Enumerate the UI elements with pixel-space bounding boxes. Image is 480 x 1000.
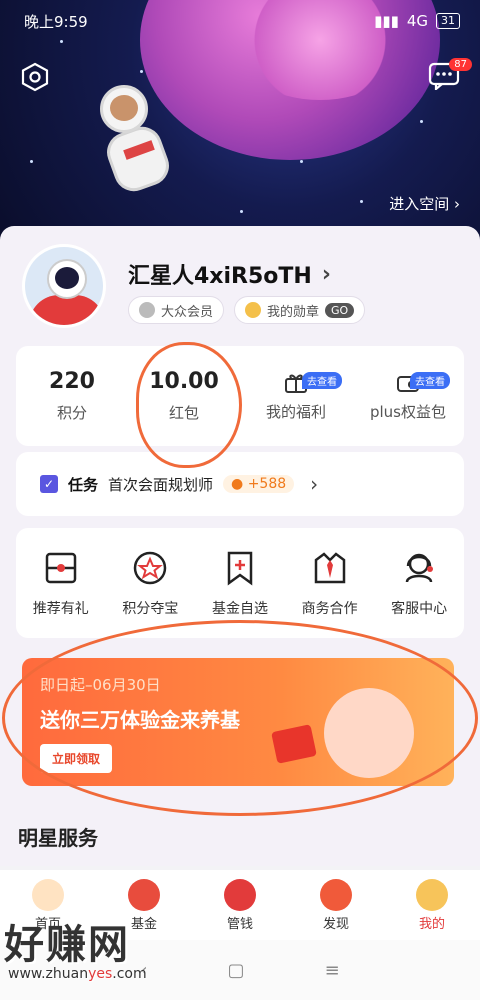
- chevron-right-icon: ›: [310, 472, 319, 496]
- lion-icon: [416, 878, 448, 911]
- rooster-mascot-illustration: [324, 688, 414, 778]
- discover-icon: [320, 878, 352, 911]
- enter-space-link[interactable]: 进入空间 ›: [389, 193, 460, 214]
- battery-icon: 31: [436, 13, 460, 29]
- member-badge-icon: [139, 302, 155, 318]
- service-label: 商务合作: [301, 601, 358, 617]
- home-square-icon[interactable]: ▢: [228, 960, 245, 981]
- username: 汇星人4xiR5oTH: [128, 264, 312, 289]
- network-label: 4G: [406, 12, 428, 30]
- task-row[interactable]: ✓ 任务 首次会面规划师 ● +588 ›: [16, 452, 464, 516]
- service-points-treasure[interactable]: 积分夺宝: [106, 528, 196, 638]
- home-icon: [32, 878, 64, 911]
- promo-headline: 送你三万体验金来养基: [40, 708, 240, 732]
- stat-points[interactable]: 220 积分: [16, 346, 128, 446]
- promo-claim-button[interactable]: 立即领取: [40, 744, 113, 773]
- username-link[interactable]: 汇星人4xiR5oTH ›: [128, 258, 331, 290]
- message-badge: 87: [449, 58, 472, 71]
- money-bag-icon: [224, 878, 256, 911]
- astronaut-illustration: [80, 85, 190, 205]
- red-packet-label: 红包: [168, 404, 199, 422]
- stat-welfare[interactable]: 去查看 我的福利: [240, 346, 352, 446]
- menu-icon[interactable]: ≡: [325, 960, 340, 981]
- chevron-right-icon: ›: [454, 195, 460, 213]
- welfare-view-tag: 去查看: [302, 372, 342, 389]
- tab-money[interactable]: 管钱: [192, 870, 288, 940]
- stat-red-packet[interactable]: 10.00 红包: [128, 346, 240, 446]
- promo-banner[interactable]: 即日起–06月30日 送你三万体验金来养基 立即领取: [22, 658, 454, 786]
- points-value: 220: [49, 369, 95, 394]
- headset-icon: [405, 553, 434, 583]
- membership-label: 大众会员: [161, 304, 214, 320]
- tab-label: 管钱: [226, 916, 253, 932]
- tab-label: 我的: [418, 916, 445, 932]
- tab-label: 发现: [322, 916, 349, 932]
- medals-label: 我的勋章: [267, 304, 320, 320]
- service-customer-center[interactable]: 客服中心: [374, 528, 464, 638]
- bookmark-plus-icon: [227, 551, 253, 586]
- service-business[interactable]: 商务合作: [285, 528, 375, 638]
- promo-date: 即日起–06月30日: [40, 676, 161, 694]
- task-reward: ● +588: [223, 475, 295, 493]
- stats-panel: 220 积分 10.00 红包 去查看 我的福利 去查看 plus权益包: [16, 346, 464, 446]
- status-time: 晚上9:59: [24, 12, 88, 31]
- service-fund-watchlist[interactable]: 基金自选: [195, 528, 285, 638]
- tab-label: 基金: [130, 916, 157, 932]
- task-title: 任务: [68, 475, 99, 494]
- section-title: 明星服务: [18, 826, 98, 850]
- task-desc: 首次会面规划师: [108, 475, 214, 494]
- red-envelope-illustration: [271, 724, 317, 764]
- task-check-icon: ✓: [40, 475, 58, 493]
- medals-chip[interactable]: 我的勋章 GO: [234, 296, 366, 324]
- points-label: 积分: [56, 404, 87, 422]
- red-packet-value: 10.00: [149, 369, 219, 394]
- fund-icon: [128, 878, 160, 911]
- star-badge-icon: [134, 551, 167, 585]
- signal-icon: ▮▮▮: [374, 12, 399, 30]
- avatar[interactable]: [22, 244, 106, 328]
- watermark-logo: 好赚网: [4, 922, 130, 968]
- tab-discover[interactable]: 发现: [288, 870, 384, 940]
- stat-plus-package[interactable]: 去查看 plus权益包: [352, 346, 464, 446]
- envelope-icon: [45, 552, 77, 584]
- medal-icon: [245, 302, 262, 318]
- service-label: 基金自选: [211, 601, 268, 617]
- watermark-url: www.zhuanyes.com: [8, 966, 147, 982]
- service-label: 推荐有礼: [32, 601, 89, 617]
- status-bar: 晚上9:59 ▮▮▮ 4G 31: [24, 10, 460, 32]
- tab-mine[interactable]: 我的: [384, 870, 480, 940]
- services-grid: 推荐有礼 积分夺宝 基金自选 商务合作 客服中心: [16, 528, 464, 638]
- plus-view-tag: 去查看: [410, 372, 450, 389]
- suit-tie-icon: [314, 552, 345, 584]
- service-label: 积分夺宝: [122, 601, 179, 617]
- medals-go-badge: GO: [325, 302, 355, 318]
- hero-banner[interactable]: 晚上9:59 ▮▮▮ 4G 31 87 进入空间 ›: [0, 0, 480, 250]
- chevron-right-icon: ›: [321, 261, 331, 287]
- service-referral[interactable]: 推荐有礼: [16, 528, 106, 638]
- service-label: 客服中心: [391, 601, 448, 617]
- plus-package-label: plus权益包: [369, 402, 446, 421]
- welfare-label: 我的福利: [265, 402, 326, 421]
- settings-hexagon-icon[interactable]: [20, 62, 50, 92]
- enter-space-label: 进入空间: [389, 195, 450, 213]
- membership-chip[interactable]: 大众会员: [128, 296, 225, 324]
